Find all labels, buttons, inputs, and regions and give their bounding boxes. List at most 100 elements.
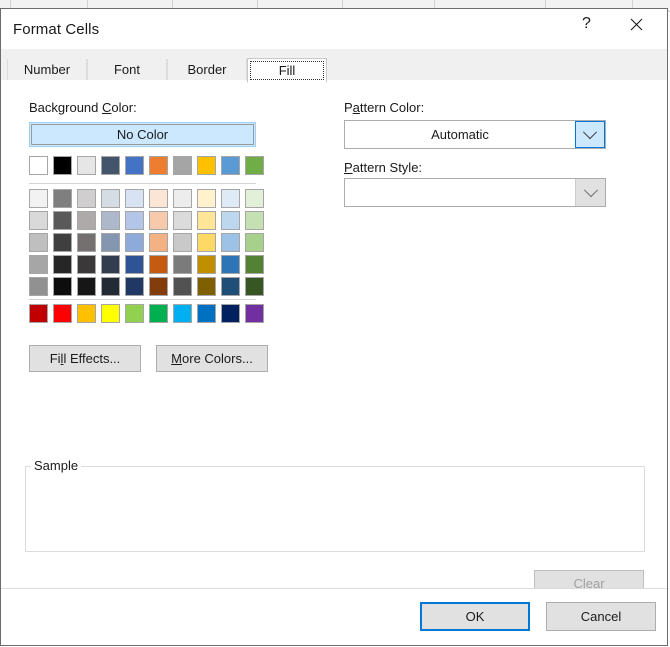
theme-variant-swatch-4-7[interactable]: [197, 277, 216, 296]
theme-variant-swatch-1-1[interactable]: [53, 211, 72, 230]
close-x-icon: [630, 18, 643, 30]
tab-border[interactable]: Border: [167, 59, 247, 81]
theme-variant-swatch-4-3[interactable]: [101, 277, 120, 296]
pattern-style-label: Pattern Style:: [344, 160, 422, 175]
theme-variant-swatch-4-1[interactable]: [53, 277, 72, 296]
standard-color-swatch-6[interactable]: [173, 304, 192, 323]
theme-variant-swatch-4-6[interactable]: [173, 277, 192, 296]
theme-variant-swatch-2-9[interactable]: [245, 233, 264, 252]
pattern-color-label: Pattern Color:: [344, 100, 424, 115]
theme-color-swatch-0[interactable]: [29, 156, 48, 175]
theme-variant-swatch-3-0[interactable]: [29, 255, 48, 274]
theme-variant-swatch-4-8[interactable]: [221, 277, 240, 296]
pattern-style-dropdown-button[interactable]: [575, 179, 605, 206]
standard-colors-row: [29, 304, 264, 323]
theme-variant-swatch-4-2[interactable]: [77, 277, 96, 296]
theme-variant-swatch-0-6[interactable]: [173, 189, 192, 208]
standard-color-swatch-9[interactable]: [245, 304, 264, 323]
background-color-label-pre: Background: [29, 100, 102, 115]
theme-variant-swatch-0-1[interactable]: [53, 189, 72, 208]
theme-variant-swatch-0-2[interactable]: [77, 189, 96, 208]
more-colors-button[interactable]: More Colors...: [156, 345, 268, 372]
theme-color-swatch-1[interactable]: [53, 156, 72, 175]
standard-color-swatch-4[interactable]: [125, 304, 144, 323]
tab-fill[interactable]: Fill: [247, 58, 327, 83]
theme-variant-swatch-3-2[interactable]: [77, 255, 96, 274]
chevron-down-icon: [583, 182, 598, 197]
theme-variant-swatch-2-1[interactable]: [53, 233, 72, 252]
theme-color-swatch-7[interactable]: [197, 156, 216, 175]
theme-variant-swatch-3-4[interactable]: [125, 255, 144, 274]
theme-variant-swatch-2-8[interactable]: [221, 233, 240, 252]
theme-variant-swatch-2-6[interactable]: [173, 233, 192, 252]
theme-variant-swatch-1-5[interactable]: [149, 211, 168, 230]
pattern-style-label-accel: P: [344, 160, 353, 175]
theme-color-swatch-2[interactable]: [77, 156, 96, 175]
help-button[interactable]: ?: [564, 9, 609, 39]
theme-variant-swatch-2-4[interactable]: [125, 233, 144, 252]
no-color-button-inner: No Color: [31, 124, 254, 145]
standard-color-swatch-5[interactable]: [149, 304, 168, 323]
theme-color-swatch-9[interactable]: [245, 156, 264, 175]
theme-color-swatch-8[interactable]: [221, 156, 240, 175]
theme-variant-swatch-1-9[interactable]: [245, 211, 264, 230]
theme-variant-swatch-2-0[interactable]: [29, 233, 48, 252]
standard-color-swatch-1[interactable]: [53, 304, 72, 323]
theme-variant-swatch-1-4[interactable]: [125, 211, 144, 230]
pattern-color-combobox[interactable]: Automatic: [344, 120, 606, 149]
theme-variant-swatch-1-6[interactable]: [173, 211, 192, 230]
standard-color-swatch-8[interactable]: [221, 304, 240, 323]
theme-variant-swatch-0-9[interactable]: [245, 189, 264, 208]
chevron-down-icon: [582, 124, 598, 139]
ok-button[interactable]: OK: [420, 602, 530, 631]
theme-variant-swatch-1-2[interactable]: [77, 211, 96, 230]
close-button[interactable]: [614, 9, 659, 39]
theme-variant-swatch-1-7[interactable]: [197, 211, 216, 230]
theme-variant-swatch-4-9[interactable]: [245, 277, 264, 296]
theme-variant-swatch-3-3[interactable]: [101, 255, 120, 274]
pattern-style-combobox[interactable]: [344, 178, 606, 207]
no-color-button[interactable]: No Color: [29, 122, 256, 147]
theme-variant-swatch-2-3[interactable]: [101, 233, 120, 252]
standard-color-swatch-7[interactable]: [197, 304, 216, 323]
format-cells-dialog: Format Cells ? Number Font Border Fill B…: [0, 8, 668, 646]
theme-variant-swatch-3-1[interactable]: [53, 255, 72, 274]
theme-variant-swatch-1-0[interactable]: [29, 211, 48, 230]
theme-variant-swatch-3-8[interactable]: [221, 255, 240, 274]
theme-color-swatch-4[interactable]: [125, 156, 144, 175]
theme-variant-swatch-0-4[interactable]: [125, 189, 144, 208]
theme-variant-swatch-2-2[interactable]: [77, 233, 96, 252]
theme-variant-swatch-3-7[interactable]: [197, 255, 216, 274]
theme-variant-swatch-3-9[interactable]: [245, 255, 264, 274]
theme-variant-swatch-2-7[interactable]: [197, 233, 216, 252]
theme-variant-swatch-3-6[interactable]: [173, 255, 192, 274]
tab-number[interactable]: Number: [7, 59, 87, 81]
standard-color-swatch-2[interactable]: [77, 304, 96, 323]
theme-color-swatch-6[interactable]: [173, 156, 192, 175]
theme-variant-swatch-3-5[interactable]: [149, 255, 168, 274]
theme-variant-swatch-2-5[interactable]: [149, 233, 168, 252]
dialog-title: Format Cells: [13, 21, 100, 38]
cancel-button[interactable]: Cancel: [546, 602, 656, 631]
theme-color-swatch-3[interactable]: [101, 156, 120, 175]
theme-variant-swatch-1-3[interactable]: [101, 211, 120, 230]
theme-color-swatch-5[interactable]: [149, 156, 168, 175]
pattern-color-dropdown-button[interactable]: [575, 121, 605, 148]
theme-variant-swatch-1-8[interactable]: [221, 211, 240, 230]
theme-variant-swatch-0-3[interactable]: [101, 189, 120, 208]
theme-variant-swatch-0-8[interactable]: [221, 189, 240, 208]
background-color-label-post: olor:: [111, 100, 137, 115]
theme-variant-swatch-4-0[interactable]: [29, 277, 48, 296]
standard-color-swatch-0[interactable]: [29, 304, 48, 323]
theme-variant-swatch-0-0[interactable]: [29, 189, 48, 208]
theme-variant-swatch-0-7[interactable]: [197, 189, 216, 208]
standard-color-swatch-3[interactable]: [101, 304, 120, 323]
theme-variant-swatch-0-5[interactable]: [149, 189, 168, 208]
theme-variant-swatch-4-5[interactable]: [149, 277, 168, 296]
theme-colors-divider: [29, 183, 256, 184]
theme-variant-swatch-4-4[interactable]: [125, 277, 144, 296]
pattern-style-label-post: attern Style:: [352, 160, 423, 175]
tab-font[interactable]: Font: [87, 59, 167, 81]
fill-effects-button[interactable]: Fill Effects...: [29, 345, 141, 372]
fill-effects-button-label: Fill Effects...: [50, 351, 121, 366]
